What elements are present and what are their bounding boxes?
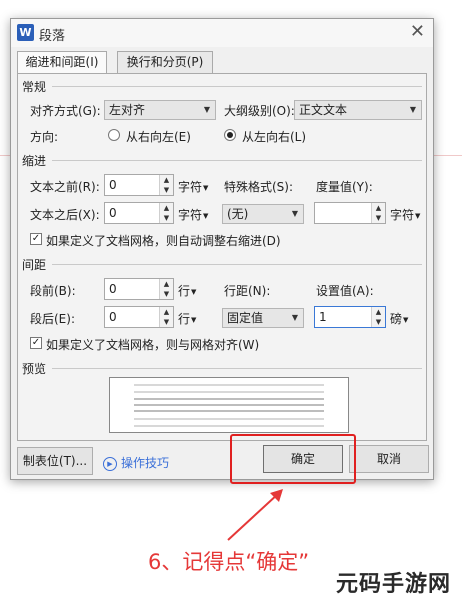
annotation-arrow-icon bbox=[227, 489, 283, 541]
watermark: 元码手游网 bbox=[336, 572, 452, 597]
annotation-text: 6、记得点“确定” bbox=[148, 550, 310, 574]
